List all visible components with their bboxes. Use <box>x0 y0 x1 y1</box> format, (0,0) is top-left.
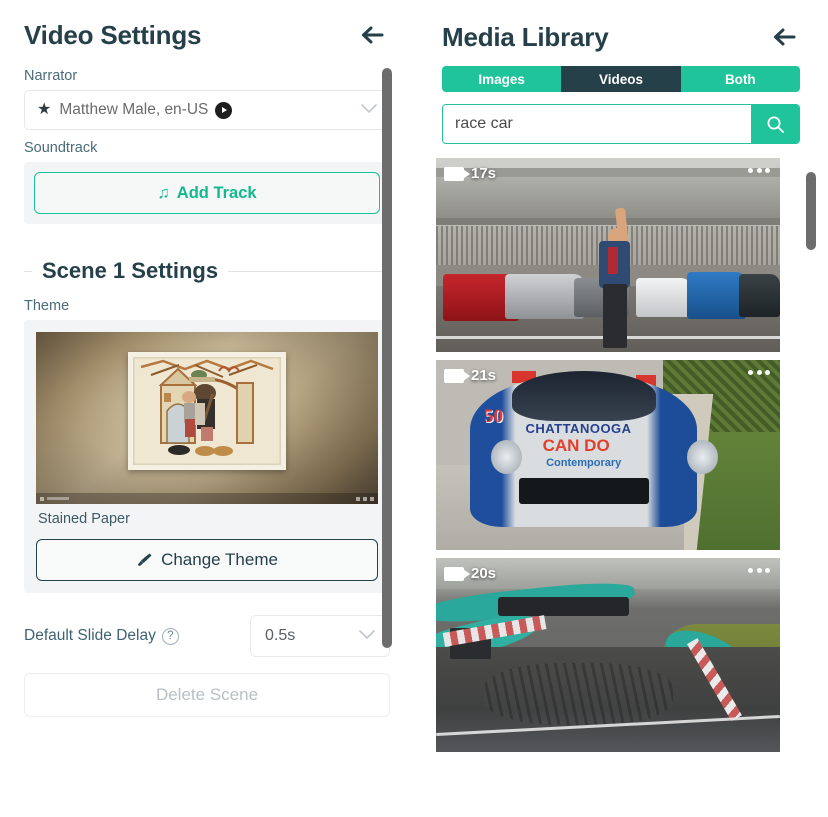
slide-delay-select[interactable]: 0.5s <box>250 615 390 657</box>
more-options-icon[interactable] <box>748 168 770 173</box>
app-root: Video Settings Narrator ★ Matthew Male, … <box>0 0 828 817</box>
arrow-left-icon <box>362 26 384 44</box>
search-icon <box>767 116 784 133</box>
more-options-icon[interactable] <box>748 568 770 573</box>
play-circle-icon[interactable] <box>215 101 233 119</box>
video-duration-badge: 17s <box>444 165 496 182</box>
page-title: Video Settings <box>24 19 202 50</box>
change-theme-button[interactable]: Change Theme <box>36 539 378 581</box>
scene-section-divider: Scene 1 Settings <box>24 258 390 284</box>
soundtrack-label: Soundtrack <box>24 140 98 156</box>
preview-timecode <box>47 497 69 500</box>
media-library-panel: Media Library Images Videos Both race ca… <box>414 0 828 817</box>
car-livery-line3: Contemporary <box>546 456 622 469</box>
default-slide-delay-label: Default Slide Delay ? <box>24 627 179 645</box>
media-result-item[interactable]: 50 CHATTANOOGA CAN DO Contemporary 21s <box>436 360 780 550</box>
star-icon: ★ <box>37 101 52 118</box>
add-track-label: Add Track <box>176 183 257 202</box>
media-result-item[interactable]: 20s <box>436 558 780 752</box>
more-options-icon[interactable] <box>748 370 770 375</box>
theme-name: Stained Paper <box>38 511 130 527</box>
divider-right <box>228 270 390 272</box>
preview-play-controls[interactable] <box>40 496 69 501</box>
media-library-title: Media Library <box>442 21 609 52</box>
chevron-down-icon <box>359 627 375 645</box>
video-settings-panel: Video Settings Narrator ★ Matthew Male, … <box>0 0 414 817</box>
car-livery-line2: CAN DO <box>542 436 610 455</box>
video-camera-icon <box>444 566 470 581</box>
duration-label: 21s <box>471 367 497 384</box>
theme-preview[interactable] <box>36 332 378 504</box>
scene-section-title: Scene 1 Settings <box>42 258 219 283</box>
media-search-bar <box>442 104 800 144</box>
duration-label: 20s <box>471 565 497 582</box>
preview-settings-icon <box>363 496 367 501</box>
back-button-left[interactable] <box>356 18 390 52</box>
media-results-list: 17s 50 CHATTANOOGA CAN DO Contemporary 2… <box>436 158 800 752</box>
media-library-scrollbar[interactable] <box>806 172 816 250</box>
video-thumbnail-circuit <box>436 558 780 752</box>
narrator-label: Narrator <box>24 68 78 84</box>
left-panel-scrollbar[interactable] <box>382 68 392 648</box>
music-note-icon: ♫ <box>157 183 170 202</box>
video-settings-header: Video Settings <box>0 0 414 58</box>
media-type-tabs: Images Videos Both <box>442 66 800 92</box>
preview-fullscreen-icon <box>370 496 374 501</box>
search-input[interactable] <box>443 105 751 143</box>
duration-label: 17s <box>471 165 497 182</box>
car-number: 50 <box>484 405 504 427</box>
delete-scene-button[interactable]: Delete Scene <box>24 673 390 717</box>
video-thumbnail-race-car: 50 CHATTANOOGA CAN DO Contemporary <box>436 360 780 550</box>
paintbrush-icon <box>137 553 152 566</box>
preview-play-icon <box>40 496 44 501</box>
theme-label: Theme <box>24 298 70 314</box>
tab-both[interactable]: Both <box>680 66 800 92</box>
video-camera-icon <box>444 368 470 383</box>
narrator-select[interactable]: ★ Matthew Male, en-US <box>24 90 390 130</box>
bayeux-tapestry-illustration <box>133 357 281 466</box>
media-library-header: Media Library <box>414 0 828 62</box>
video-duration-badge: 20s <box>444 565 496 582</box>
narrator-value: Matthew Male, en-US <box>59 101 209 118</box>
preview-control-bar[interactable] <box>36 493 378 504</box>
media-result-item[interactable]: 17s <box>436 158 780 352</box>
preview-volume-icon <box>356 496 360 501</box>
tab-videos[interactable]: Videos <box>561 66 681 92</box>
left-scrollbar-thumb[interactable] <box>382 68 392 648</box>
add-track-button[interactable]: ♫ Add Track <box>34 172 380 214</box>
play-triangle-icon <box>221 107 227 113</box>
delay-label-text: Default Slide Delay <box>24 627 156 644</box>
slide-delay-value: 0.5s <box>265 627 296 644</box>
back-button-right[interactable] <box>768 20 802 54</box>
arrow-left-icon <box>774 28 796 46</box>
video-duration-badge: 21s <box>444 367 496 384</box>
right-scrollbar-thumb[interactable] <box>806 172 816 250</box>
change-theme-label: Change Theme <box>161 550 278 569</box>
help-icon[interactable]: ? <box>161 627 179 645</box>
tapestry-artwork <box>128 352 286 471</box>
video-settings-body: Narrator ★ Matthew Male, en-US Soundtrac… <box>0 68 414 717</box>
video-thumbnail-pit-lane <box>436 158 780 352</box>
search-button[interactable] <box>751 105 799 143</box>
soundtrack-panel: ♫ Add Track <box>24 162 390 224</box>
preview-right-controls[interactable] <box>356 496 374 501</box>
default-slide-delay-row: Default Slide Delay ? 0.5s <box>24 615 390 657</box>
tab-images[interactable]: Images <box>442 66 562 92</box>
chevron-down-icon <box>361 101 377 119</box>
theme-panel: Stained Paper Change Theme <box>24 320 390 593</box>
car-livery-line1: CHATTANOOGA <box>525 420 632 436</box>
video-camera-icon <box>444 166 470 181</box>
divider-left <box>24 270 32 272</box>
